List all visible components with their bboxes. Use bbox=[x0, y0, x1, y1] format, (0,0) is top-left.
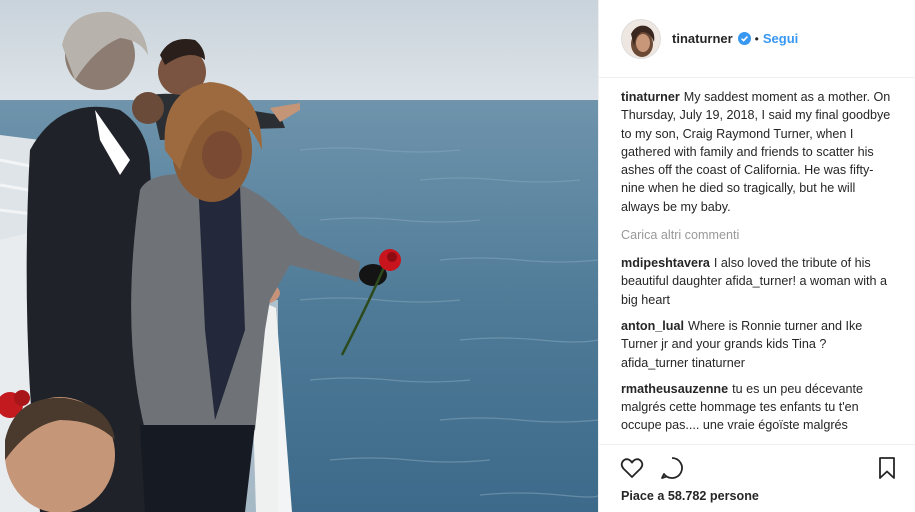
heart-icon[interactable] bbox=[619, 455, 645, 481]
comment-bubble-icon[interactable] bbox=[659, 455, 685, 481]
avatar-image bbox=[622, 19, 660, 58]
comment-item: anton_lual Where is Ronnie turner and Ike… bbox=[621, 317, 896, 372]
caption-username[interactable]: tinaturner bbox=[621, 90, 680, 104]
author-avatar[interactable] bbox=[621, 18, 661, 59]
post-actions: Piace a 58.782 persone bbox=[599, 444, 915, 512]
comment-username[interactable]: rmatheusauzenne bbox=[621, 382, 728, 396]
action-icons-row bbox=[619, 455, 900, 481]
caption: tinaturner My saddest moment as a mother.… bbox=[621, 88, 896, 216]
comment-item: mdipeshtavera I also loved the tribute of… bbox=[621, 254, 896, 309]
post-photo[interactable] bbox=[0, 0, 598, 512]
photo-scene bbox=[0, 0, 598, 512]
post-sidebar: tinaturner • Segui tinaturner My saddest … bbox=[598, 0, 915, 512]
comment-item: rmatheusauzenne tu es un peu décevante ma… bbox=[621, 380, 896, 435]
verified-badge-icon bbox=[737, 32, 751, 45]
separator-dot: • bbox=[754, 31, 759, 46]
bookmark-icon[interactable] bbox=[874, 455, 900, 481]
caption-text: My saddest moment as a mother. On Thursd… bbox=[621, 90, 891, 214]
follow-button[interactable]: Segui bbox=[763, 31, 798, 46]
comment-username[interactable]: mdipeshtavera bbox=[621, 256, 710, 270]
comment-username[interactable]: anton_lual bbox=[621, 319, 684, 333]
likes-count[interactable]: Piace a 58.782 persone bbox=[621, 489, 759, 503]
post-header: tinaturner • Segui bbox=[599, 0, 915, 78]
instagram-post: tinaturner • Segui tinaturner My saddest … bbox=[0, 0, 915, 512]
load-more-comments-link[interactable]: Carica altri commenti bbox=[621, 228, 896, 242]
comments-list: tinaturner My saddest moment as a mother.… bbox=[621, 88, 896, 444]
author-username[interactable]: tinaturner bbox=[672, 31, 733, 46]
